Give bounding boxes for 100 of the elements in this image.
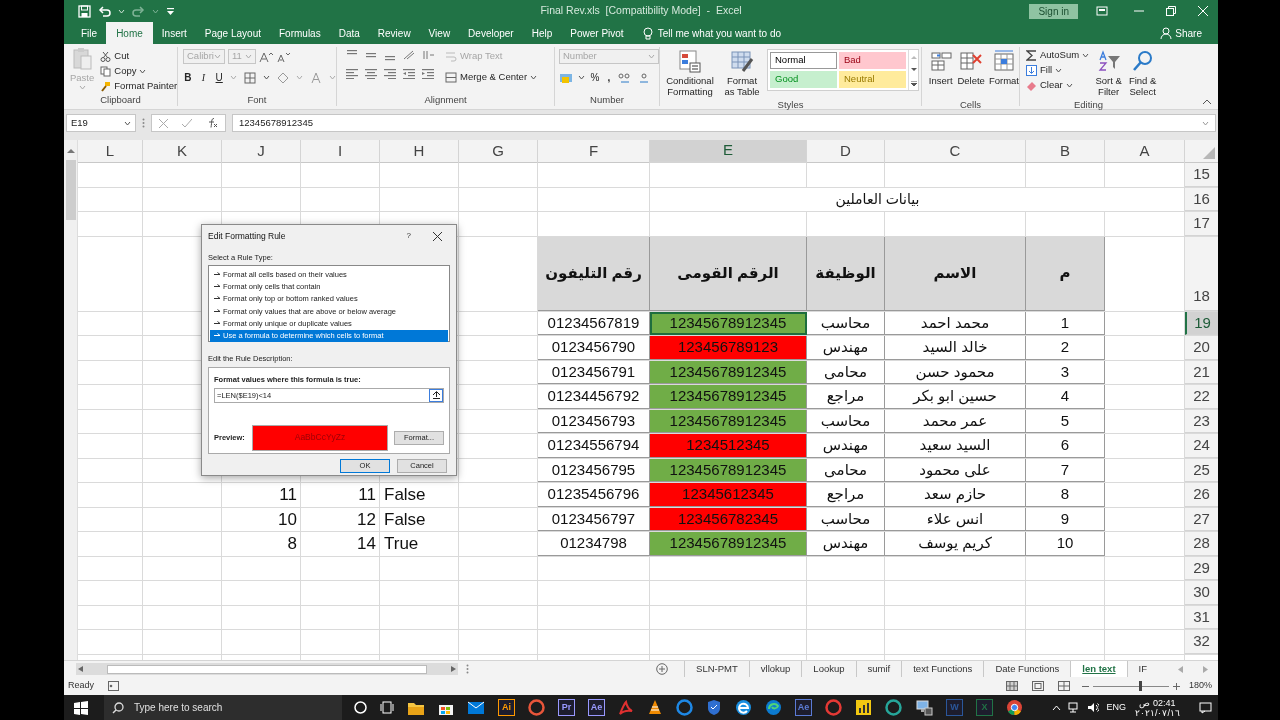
task-view-icon[interactable] [380, 701, 394, 714]
column-header[interactable]: K [143, 140, 222, 163]
computer-icon[interactable] [915, 699, 933, 716]
conditional-formatting-button[interactable]: Conditional Formatting [663, 47, 717, 99]
menu-tab[interactable]: View [419, 22, 460, 44]
column-header[interactable]: A [1105, 140, 1185, 163]
delete-button[interactable]: Delete [957, 47, 985, 99]
column-header[interactable]: B [1026, 140, 1105, 163]
mail-icon[interactable] [467, 700, 485, 715]
row-header[interactable]: 27 [1185, 507, 1218, 531]
cell-style-swatch[interactable]: Bad [839, 52, 906, 69]
menu-tab[interactable]: Review [368, 22, 420, 44]
sheet-tab[interactable]: len text [1070, 660, 1127, 678]
add-sheet-icon[interactable] [656, 663, 669, 675]
column-header[interactable]: J [222, 140, 301, 163]
insert-button[interactable]: Insert [928, 47, 954, 99]
undo-icon[interactable] [98, 5, 111, 17]
align-center-icon[interactable] [364, 67, 378, 79]
bar-chart-icon[interactable] [855, 699, 872, 716]
menu-tab[interactable]: Power Pivot [561, 22, 633, 44]
language-indicator[interactable]: ENG [1106, 700, 1126, 715]
bold-button[interactable]: B [183, 70, 193, 85]
copy-button[interactable]: Copy [100, 64, 178, 79]
menu-tab[interactable]: Data [329, 22, 369, 44]
page-layout-icon[interactable] [1031, 681, 1044, 691]
normal-view-icon[interactable] [1005, 681, 1018, 691]
ring-icon[interactable] [528, 699, 545, 716]
align-right-icon[interactable] [383, 67, 397, 79]
ring-icon[interactable] [825, 699, 842, 716]
app-tile-icon[interactable]: Pr [558, 699, 575, 716]
find-select-button[interactable]: Find & Select [1128, 47, 1157, 99]
menu-tab[interactable]: Page Layout [195, 22, 270, 44]
rule-type-list[interactable] [208, 265, 450, 343]
function-icon[interactable] [206, 118, 218, 128]
e-logo-icon[interactable] [735, 699, 752, 716]
chevron-up-icon[interactable] [1052, 704, 1062, 711]
format-as-table-button[interactable]: Format as Table [721, 47, 763, 99]
slider-thumb[interactable] [1138, 681, 1142, 691]
row-header[interactable]: 29 [1185, 556, 1218, 580]
column-header[interactable]: C [885, 140, 1026, 163]
format-painter-button[interactable]: Format Painter [100, 79, 178, 94]
column-header[interactable]: H [380, 140, 459, 163]
format-button[interactable]: Format [988, 47, 1019, 99]
chrome-logo-icon[interactable] [1006, 699, 1023, 716]
macro-record-icon[interactable] [108, 681, 119, 691]
scroll-left-icon[interactable] [78, 666, 83, 672]
cell-style-swatch[interactable]: Neutral [839, 71, 906, 88]
speaker-icon[interactable] [1087, 702, 1100, 713]
italic-button[interactable]: I [198, 70, 209, 85]
column-header[interactable]: L [78, 140, 143, 163]
column-header[interactable]: I [301, 140, 380, 163]
row-header[interactable]: 15 [1185, 163, 1218, 187]
save-icon[interactable] [78, 4, 91, 18]
underline-button[interactable]: U [214, 70, 224, 85]
column-header[interactable]: G [459, 140, 538, 163]
tell-me-field[interactable]: Tell me what you want to do [657, 25, 782, 41]
merge-center-button[interactable]: Merge & Center [445, 70, 538, 85]
increase-decimal-icon[interactable] [618, 71, 632, 84]
comma-button[interactable]: , [605, 70, 613, 85]
fill-button[interactable]: Fill [1026, 63, 1090, 78]
restore-icon[interactable] [1166, 6, 1176, 16]
cell-style-swatch[interactable]: Good [770, 71, 837, 88]
shield-icon[interactable] [706, 699, 722, 716]
borders-icon[interactable] [243, 71, 257, 84]
close-icon[interactable] [433, 231, 442, 241]
align-left-icon[interactable] [345, 67, 359, 79]
collapse-ribbon-icon[interactable] [1202, 99, 1212, 105]
swirl-icon[interactable] [765, 699, 782, 716]
menu-tab[interactable]: Formulas [270, 22, 330, 44]
scroll-up-icon[interactable] [66, 148, 75, 154]
menu-tab[interactable]: File [72, 22, 107, 44]
autosum-button[interactable]: AutoSum [1026, 48, 1090, 63]
row-header[interactable]: 20 [1185, 336, 1218, 360]
row-header[interactable]: 31 [1185, 605, 1218, 629]
ribbon-display-icon[interactable] [1096, 6, 1108, 16]
scrollbar-thumb[interactable] [65, 160, 76, 220]
increase-indent-icon[interactable] [421, 67, 435, 79]
row-header[interactable]: 16 [1185, 187, 1218, 211]
scrollbar-thumb[interactable] [107, 664, 427, 674]
percent-button[interactable]: % [590, 70, 600, 85]
row-header[interactable]: 28 [1185, 532, 1218, 556]
row-header[interactable]: 26 [1185, 483, 1218, 507]
row-header[interactable]: 23 [1185, 409, 1218, 433]
row-header[interactable]: 32 [1185, 630, 1218, 654]
decrease-indent-icon[interactable] [402, 67, 416, 79]
orientation-icon[interactable] [402, 49, 416, 61]
search-field[interactable]: Type here to search [104, 695, 342, 720]
column-header[interactable]: E [650, 140, 807, 163]
scroll-right-icon[interactable] [451, 666, 456, 672]
name-box[interactable]: E19 [66, 114, 136, 132]
row-header[interactable]: 25 [1185, 458, 1218, 482]
column-header[interactable]: D [807, 140, 885, 163]
clock[interactable]: 02:41 ص ٢٠٢١/٠٧/١٦ [1135, 697, 1180, 718]
ring-icon[interactable] [885, 699, 902, 716]
notification-icon[interactable] [1199, 701, 1212, 714]
row-header[interactable]: 17 [1185, 212, 1218, 236]
sign-in-button[interactable]: Sign in [1029, 3, 1078, 19]
app-tile-icon[interactable]: Ae [795, 699, 812, 716]
grow-font-icon[interactable] [258, 50, 273, 63]
help-button[interactable]: ? [406, 230, 411, 242]
